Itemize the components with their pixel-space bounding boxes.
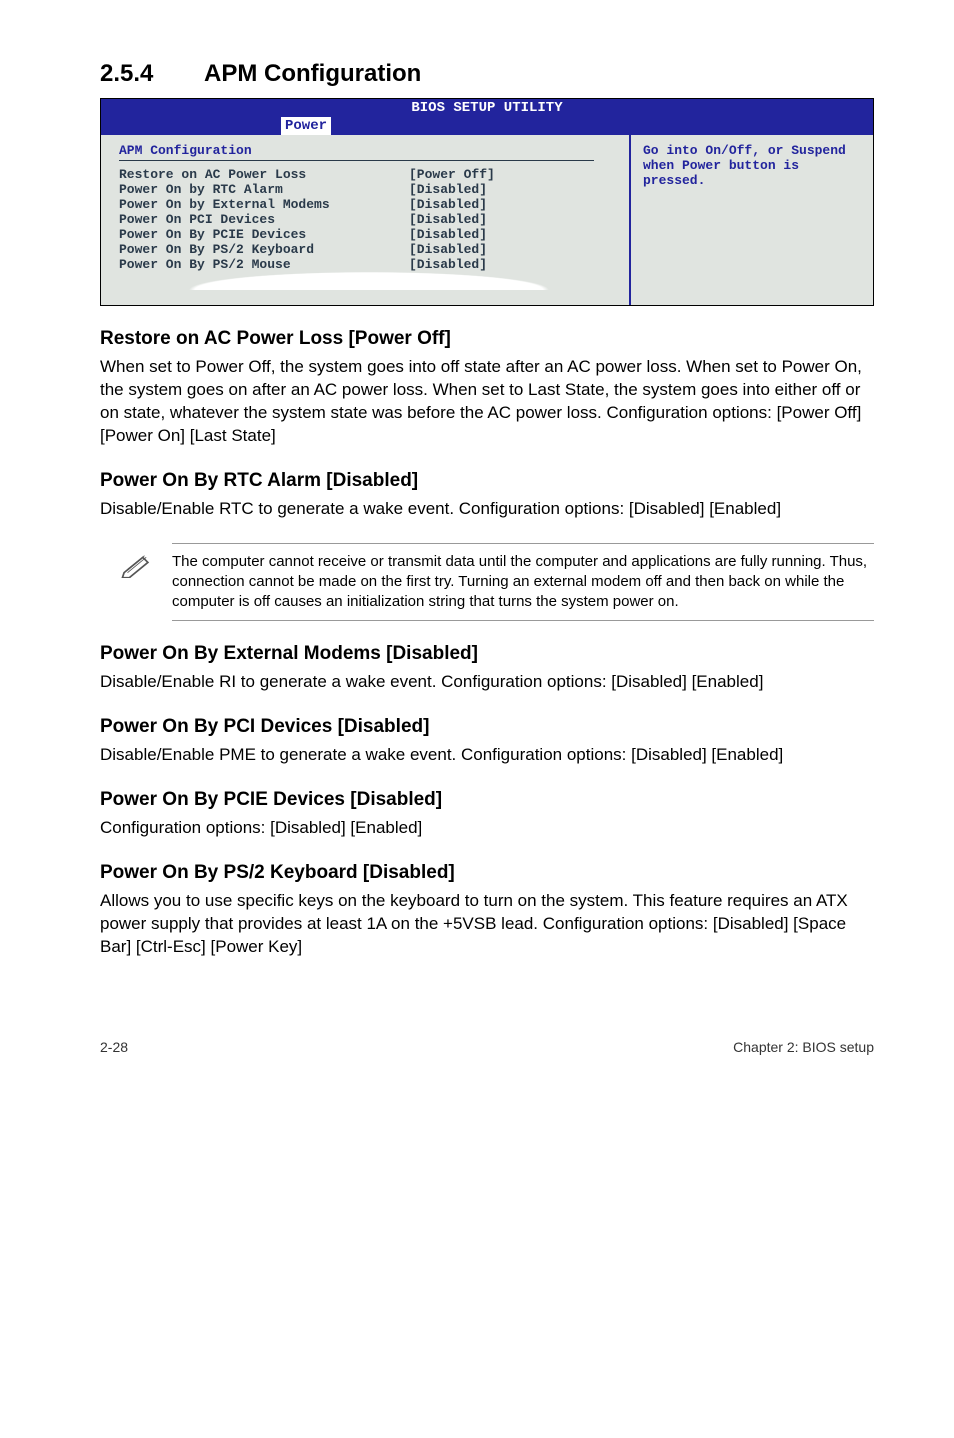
bios-utility-title: BIOS SETUP UTILITY	[101, 99, 873, 117]
bios-config-title: APM Configuration	[119, 143, 619, 158]
item-heading: Power On By RTC Alarm [Disabled]	[100, 470, 874, 492]
page-number: 2-28	[100, 1039, 128, 1055]
item-heading: Restore on AC Power Loss [Power Off]	[100, 328, 874, 350]
bios-left-pane: APM Configuration Restore on AC Power Lo…	[101, 135, 631, 305]
item-body: Disable/Enable RI to generate a wake eve…	[100, 671, 874, 694]
note-text: The computer cannot receive or transmit …	[172, 552, 874, 613]
bios-row: Power On By PS/2 Keyboard[Disabled]	[119, 242, 619, 257]
bios-key: Power On by RTC Alarm	[119, 182, 409, 197]
bios-screenshot: BIOS SETUP UTILITY Power APM Configurati…	[100, 98, 874, 306]
bios-val: [Disabled]	[409, 212, 487, 227]
item-body: Disable/Enable PME to generate a wake ev…	[100, 744, 874, 767]
item-body: Configuration options: [Disabled] [Enabl…	[100, 817, 874, 840]
item-heading: Power On By PCI Devices [Disabled]	[100, 716, 874, 738]
bios-help-pane: Go into On/Off, or Suspend when Power bu…	[631, 135, 873, 305]
bios-key: Power On By PS/2 Mouse	[119, 257, 409, 272]
bios-val: [Disabled]	[409, 257, 487, 272]
bios-val: [Power Off]	[409, 167, 495, 182]
item-body: Allows you to use specific keys on the k…	[100, 890, 874, 959]
bios-row: Power On By PS/2 Mouse[Disabled]	[119, 257, 619, 272]
note: The computer cannot receive or transmit …	[100, 543, 874, 622]
bios-row: Restore on AC Power Loss[Power Off]	[119, 167, 619, 182]
chapter-label: Chapter 2: BIOS setup	[733, 1039, 874, 1055]
bios-tab-power: Power	[281, 117, 331, 135]
item-heading: Power On By PCIE Devices [Disabled]	[100, 789, 874, 811]
item-body: When set to Power Off, the system goes i…	[100, 356, 874, 448]
bios-row: Power On By PCIE Devices[Disabled]	[119, 227, 619, 242]
section-title: APM Configuration	[204, 60, 421, 87]
bios-row: Power On by External Modems[Disabled]	[119, 197, 619, 212]
note-rule-bottom	[172, 620, 874, 621]
bios-key: Power On By PS/2 Keyboard	[119, 242, 409, 257]
bios-key: Power On by External Modems	[119, 197, 409, 212]
page-footer: 2-28 Chapter 2: BIOS setup	[100, 1039, 874, 1055]
section-heading: 2.5.4APM Configuration	[100, 60, 874, 88]
bios-key: Restore on AC Power Loss	[119, 167, 409, 182]
item-heading: Power On By PS/2 Keyboard [Disabled]	[100, 862, 874, 884]
bios-title-bar: BIOS SETUP UTILITY Power	[101, 99, 873, 135]
bios-key: Power On By PCIE Devices	[119, 227, 409, 242]
bios-val: [Disabled]	[409, 242, 487, 257]
item-body: Disable/Enable RTC to generate a wake ev…	[100, 498, 874, 521]
bios-help-text: Go into On/Off, or Suspend when Power bu…	[643, 143, 863, 188]
bios-val: [Disabled]	[409, 182, 487, 197]
item-heading: Power On By External Modems [Disabled]	[100, 643, 874, 665]
pencil-icon	[100, 552, 172, 583]
bios-key: Power On PCI Devices	[119, 212, 409, 227]
section-number: 2.5.4	[100, 60, 204, 88]
bios-row: Power On PCI Devices[Disabled]	[119, 212, 619, 227]
bios-divider	[119, 160, 594, 161]
bios-curve	[119, 272, 619, 290]
bios-row: Power On by RTC Alarm[Disabled]	[119, 182, 619, 197]
bios-val: [Disabled]	[409, 197, 487, 212]
bios-val: [Disabled]	[409, 227, 487, 242]
